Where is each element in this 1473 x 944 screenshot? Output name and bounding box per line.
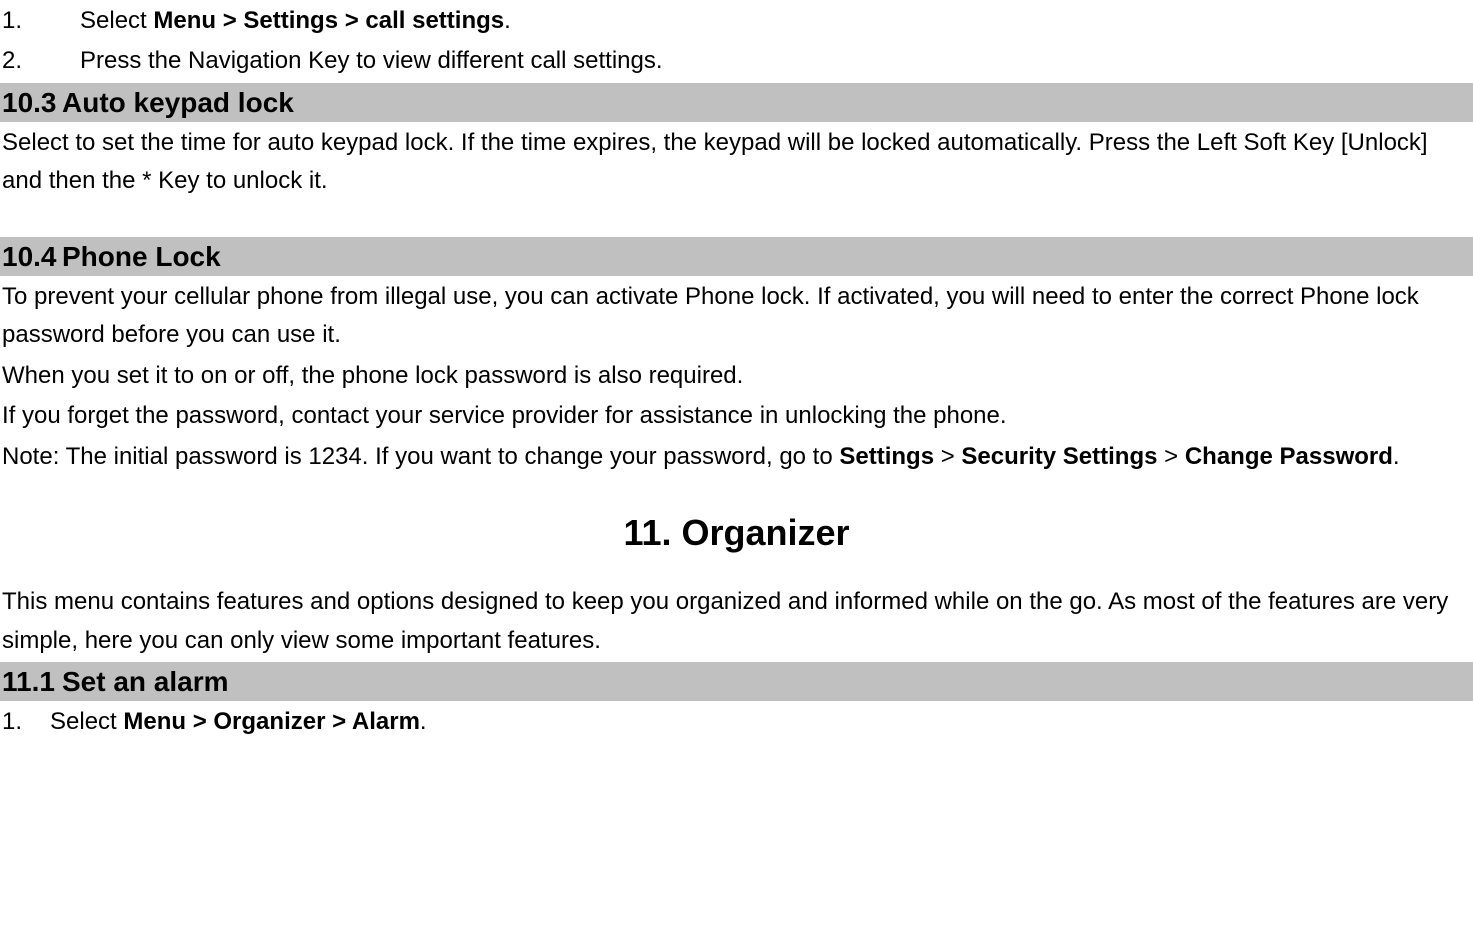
bold-text: Menu > Settings > call settings — [153, 7, 504, 34]
section-heading-11-1: 11.1 Set an alarm — [0, 662, 1473, 701]
text: Note: The initial password is 1234. If y… — [2, 443, 839, 470]
list-number: 1. — [0, 703, 50, 741]
text: > — [934, 443, 961, 470]
paragraph: To prevent your cellular phone from ille… — [0, 278, 1473, 355]
text: Press the Navigation Key to view differe… — [80, 47, 663, 74]
paragraph: When you set it to on or off, the phone … — [0, 357, 1473, 395]
text: > — [1157, 443, 1184, 470]
text: . — [504, 7, 511, 34]
section-heading-10-4: 10.4 Phone Lock — [0, 237, 1473, 276]
section-title: Auto keypad lock — [62, 83, 294, 122]
bold-text: Security Settings — [961, 443, 1157, 470]
text: Select — [80, 7, 153, 34]
section-heading-10-3: 10.3 Auto keypad lock — [0, 83, 1473, 122]
paragraph: Select to set the time for auto keypad l… — [0, 124, 1473, 201]
paragraph: If you forget the password, contact your… — [0, 397, 1473, 435]
chapter-heading-11: 11. Organizer — [0, 504, 1473, 562]
list-body: Press the Navigation Key to view differe… — [80, 42, 1473, 80]
bold-text: Change Password — [1185, 443, 1393, 470]
list-number: 2. — [0, 42, 80, 80]
ordered-list-item-1: 1. Select Menu > Settings > call setting… — [0, 2, 1473, 40]
section-title: Phone Lock — [62, 237, 221, 276]
spacer — [0, 203, 1473, 237]
section-number: 10.3 — [2, 83, 62, 122]
section-title: Set an alarm — [62, 662, 229, 701]
ordered-list-item-2: 2. Press the Navigation Key to view diff… — [0, 42, 1473, 80]
note-paragraph: Note: The initial password is 1234. If y… — [0, 438, 1473, 476]
list-body: Select Menu > Settings > call settings. — [80, 2, 1473, 40]
bold-text: Settings — [839, 443, 934, 470]
paragraph: This menu contains features and options … — [0, 583, 1473, 660]
text: . — [1393, 443, 1400, 470]
text: Select — [50, 708, 123, 735]
list-body: Select Menu > Organizer > Alarm. — [50, 703, 1473, 741]
list-number: 1. — [0, 2, 80, 40]
text: . — [420, 708, 427, 735]
section-number: 10.4 — [2, 237, 62, 276]
section-number: 11.1 — [2, 662, 62, 701]
bold-text: Menu > Organizer > Alarm — [123, 708, 420, 735]
ordered-list-item-1: 1. Select Menu > Organizer > Alarm. — [0, 703, 1473, 741]
